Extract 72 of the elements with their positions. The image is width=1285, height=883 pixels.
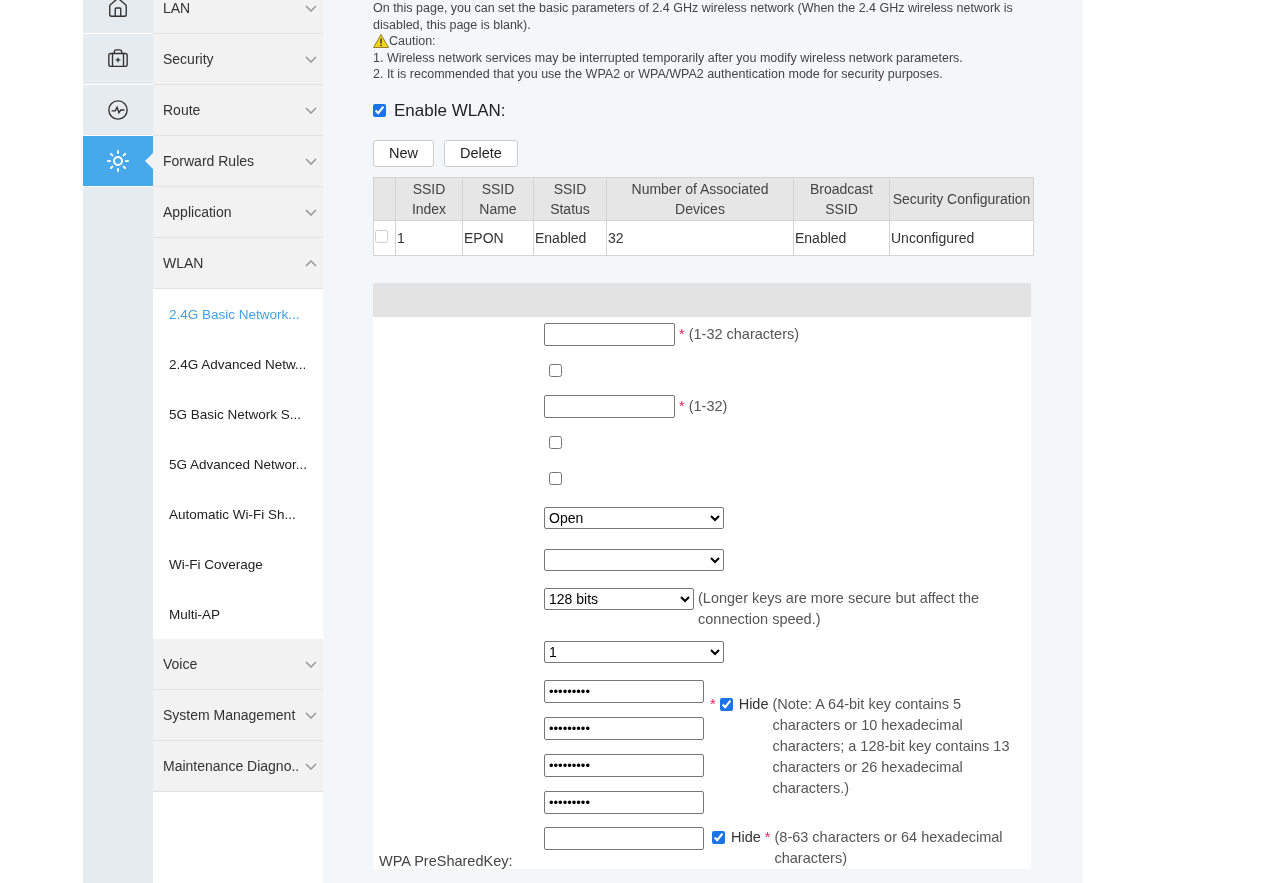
action-button[interactable]: Delete <box>444 139 518 167</box>
table-cell: EPON <box>462 220 534 255</box>
table-cell: 32 <box>606 220 794 255</box>
menu-group[interactable]: Security <box>153 34 323 85</box>
house-icon <box>107 0 129 19</box>
required-mark: * <box>764 827 771 847</box>
chevron-down-icon <box>305 55 317 63</box>
menu-group[interactable]: Application <box>153 187 323 238</box>
text-field[interactable] <box>544 395 675 418</box>
menu-group[interactable]: WLAN <box>153 238 323 289</box>
menu-group[interactable]: LAN <box>153 0 323 34</box>
chevron-down-icon <box>305 660 317 668</box>
chevron-down-icon <box>305 4 317 12</box>
dropdown[interactable]: Open <box>544 506 724 529</box>
password-field[interactable] <box>544 826 704 850</box>
hide-label: Hide <box>731 827 761 847</box>
column-header: Number of Associated Devices <box>606 177 794 220</box>
chevron-down-icon <box>305 762 317 770</box>
checkbox[interactable] <box>549 472 562 485</box>
hide-checkbox[interactable] <box>712 830 725 844</box>
row-checkbox[interactable] <box>375 229 388 243</box>
hint-text: (1-32) <box>688 397 729 416</box>
checkbox[interactable] <box>549 436 562 449</box>
table-cell: Unconfigured <box>889 220 1034 255</box>
enable-checkbox[interactable] <box>373 104 386 117</box>
chevron-up-icon <box>305 259 317 267</box>
menu-group[interactable]: Voice <box>153 639 323 690</box>
note-text: 1. Wireless network services may be interrupted temporarily after you modify wireless network parameters. <box>373 49 964 66</box>
action-button[interactable]: New <box>373 139 434 167</box>
checkbox[interactable] <box>549 364 562 377</box>
hide-checkbox[interactable] <box>719 698 733 711</box>
dropdown[interactable]: 1 <box>544 640 724 663</box>
warning-icon <box>373 34 389 49</box>
chevron-down-icon <box>305 208 317 216</box>
enable-label: Enable WLAN: <box>394 100 506 121</box>
key-field[interactable]: ••••••••• <box>544 790 704 814</box>
required-mark: * <box>710 695 716 714</box>
chevron-down-icon <box>305 106 317 114</box>
required-mark: * <box>679 325 685 344</box>
column-header: Security Configuration <box>889 177 1034 220</box>
description-text: On this page, you can set the basic parameters of 2.4 GHz wireless network (When the 2.4 GHz wireless network is disabled, this page is blank). <box>373 0 1014 33</box>
menu-group[interactable]: Maintenance Diagno.. <box>153 741 323 792</box>
required-mark: * <box>679 397 685 416</box>
field-label: WPA PreSharedKey: <box>378 852 514 869</box>
table-cell: Enabled <box>793 220 890 255</box>
column-header: SSID Index <box>395 177 463 220</box>
chevron-down-icon <box>305 157 317 165</box>
menu-group[interactable]: Route <box>153 85 323 136</box>
caution-label: Caution: <box>389 33 436 50</box>
column-header: SSID Status <box>533 177 607 220</box>
menu-group[interactable]: Forward Rules <box>153 136 323 187</box>
table-cell: 1 <box>395 220 463 255</box>
key-field[interactable]: ••••••••• <box>544 679 704 703</box>
hint-text: (Longer keys are more secure but affect the connection speed.) <box>698 588 981 629</box>
medical-kit-icon <box>107 48 129 70</box>
key-field[interactable]: ••••••••• <box>544 716 704 740</box>
pulse-icon <box>107 99 129 121</box>
chevron-down-icon <box>305 711 317 719</box>
hide-label: Hide <box>738 695 769 714</box>
key-field[interactable]: ••••••••• <box>544 753 704 777</box>
note-text: 2. It is recommended that you use the WPA2 or WPA/WPA2 authentication mode for security purposes. <box>373 66 944 83</box>
table-cell: Enabled <box>533 220 607 255</box>
menu-group[interactable]: System Management <box>153 690 323 741</box>
column-header: Broadcast SSID <box>793 177 890 220</box>
text-field[interactable] <box>544 323 675 346</box>
hint-text: (Note: A 64-bit key contains 5 characters or 10 hexadecimal characters; a 128-bit key contains 13 characters or 26 hexadecimal characters.) <box>772 695 1011 798</box>
hint-text: (8-63 characters or 64 hexadecimal characters) <box>774 827 1004 868</box>
dropdown[interactable] <box>544 548 724 571</box>
settings-icon <box>106 149 130 173</box>
column-header: SSID Name <box>462 177 534 220</box>
hint-text: (1-32 characters) <box>688 325 801 344</box>
dropdown[interactable]: 128 bits <box>544 587 694 610</box>
